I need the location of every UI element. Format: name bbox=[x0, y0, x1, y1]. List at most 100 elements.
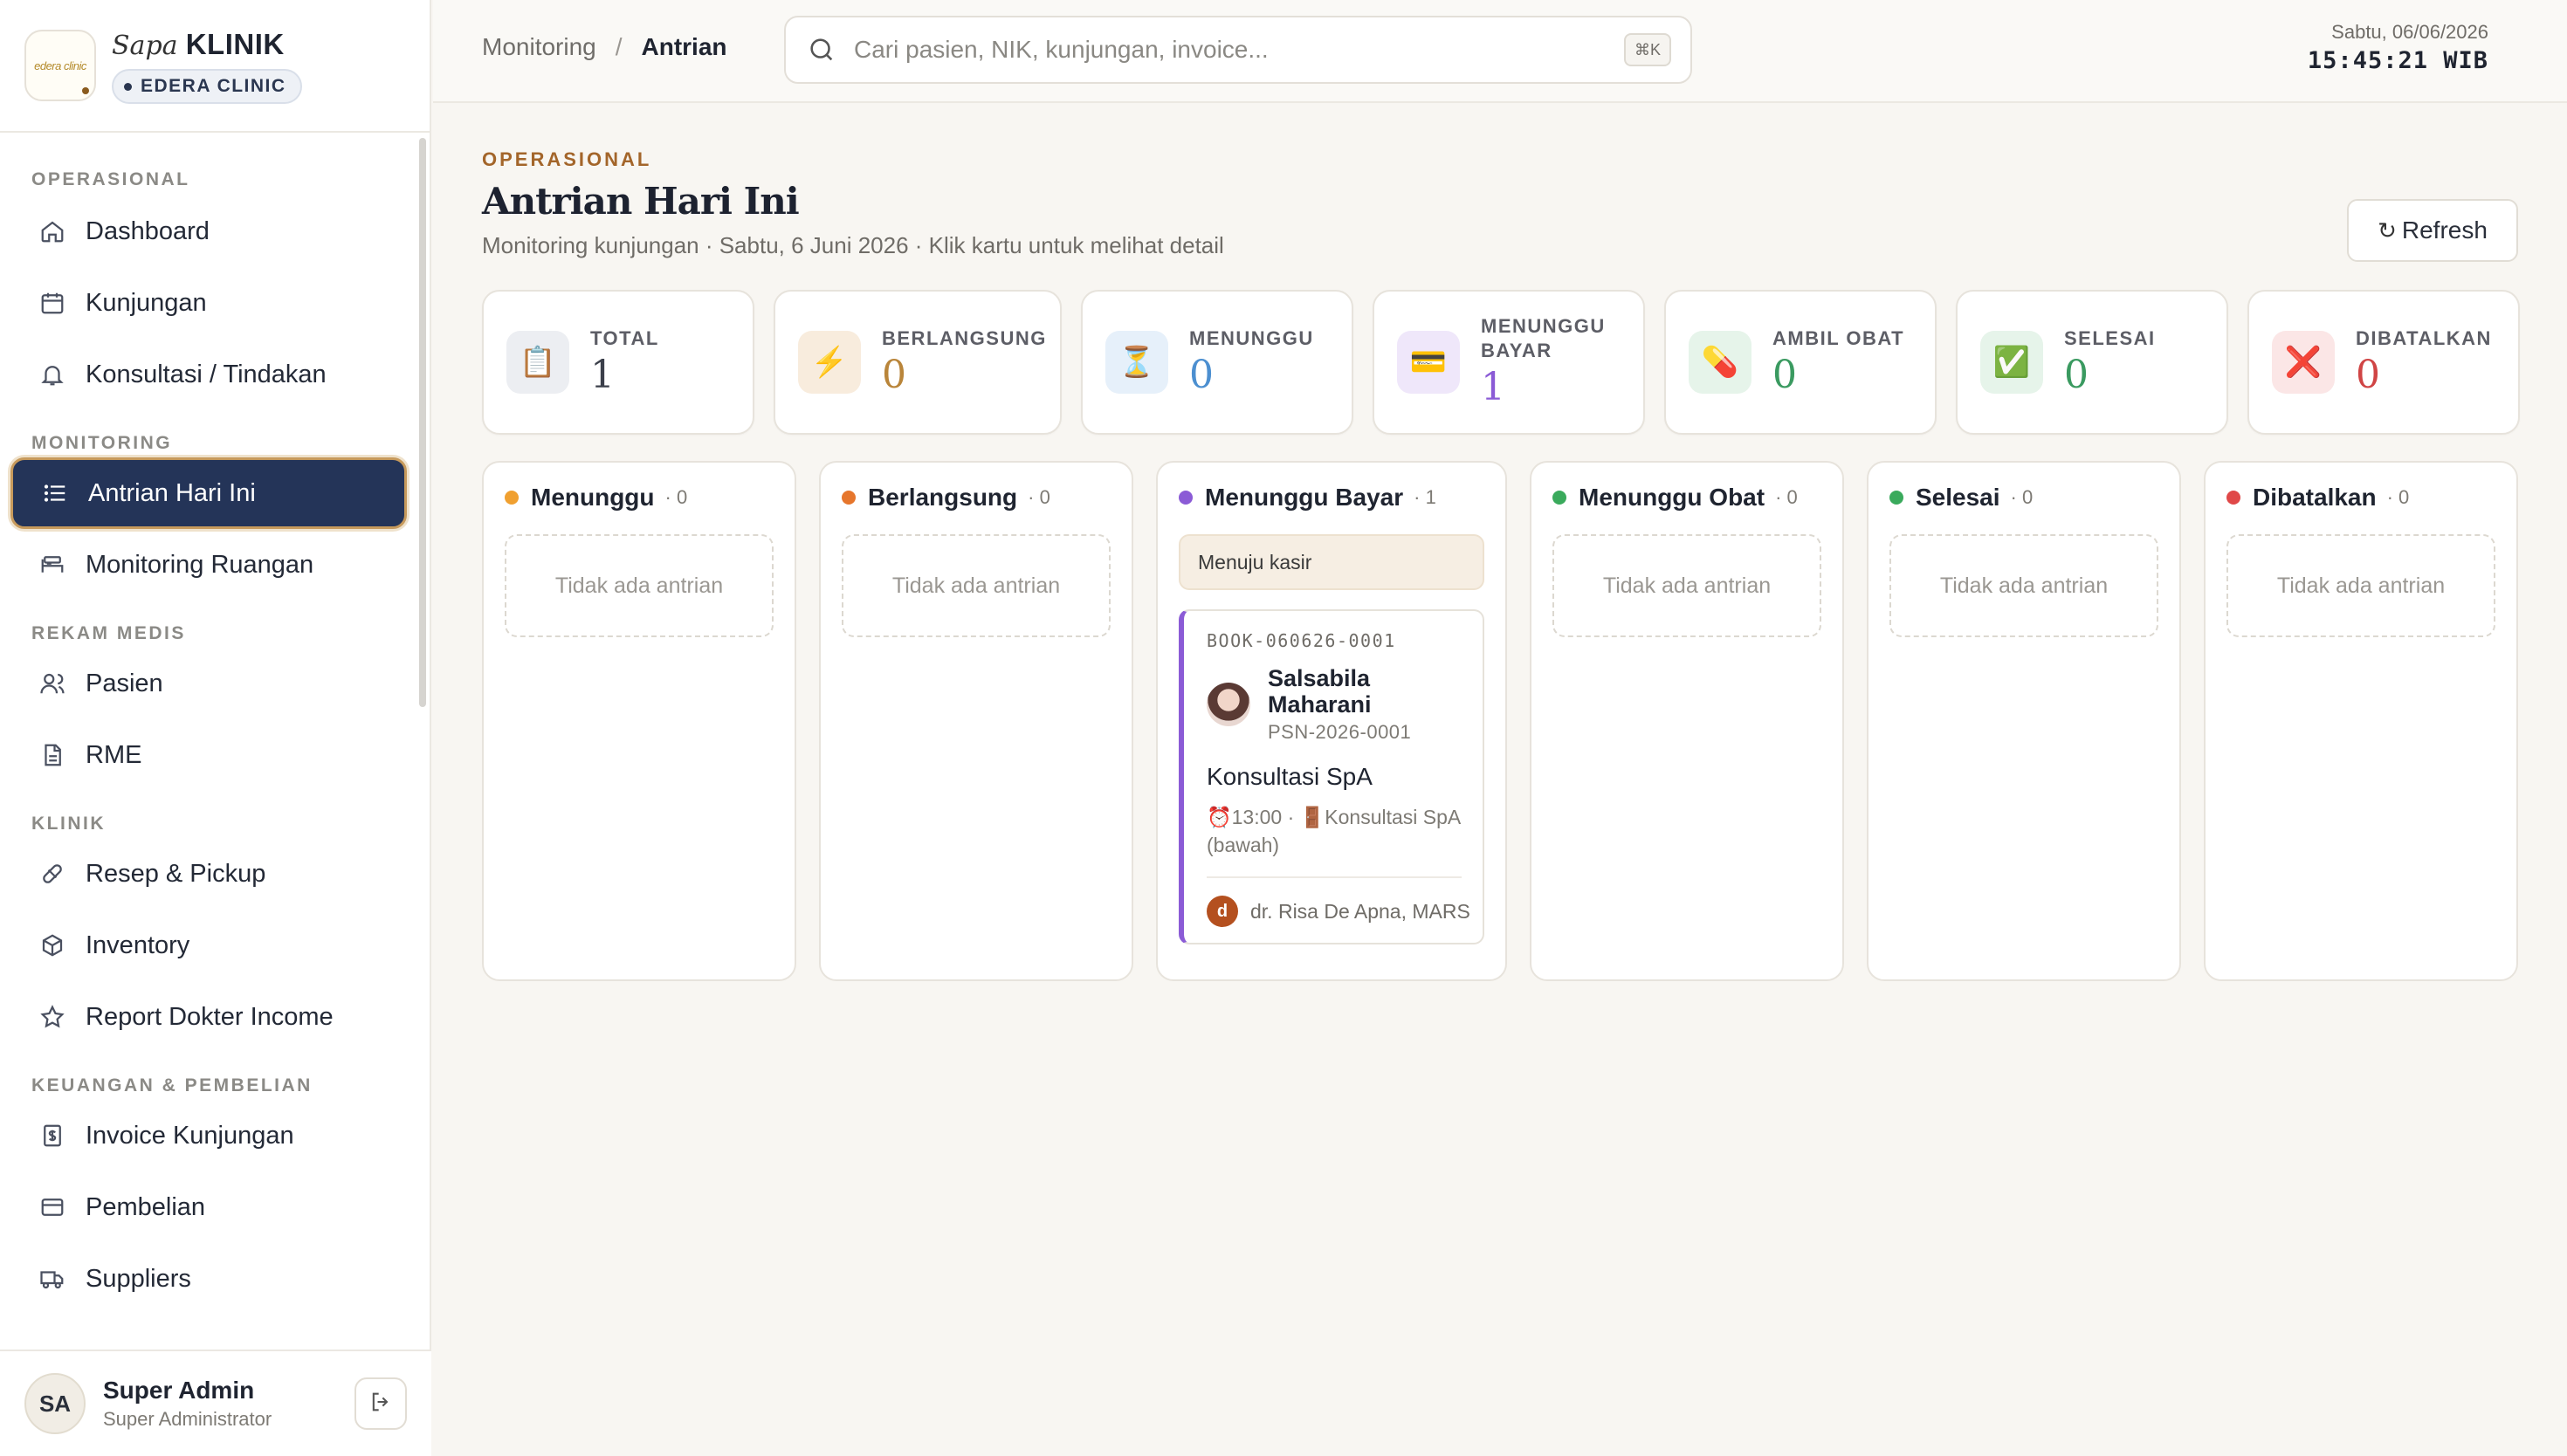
appointment-meta: ⏰13:00 · 🚪Konsultasi SpA (bawah) bbox=[1207, 806, 1461, 856]
group-label: Menuju kasir bbox=[1179, 534, 1484, 590]
status-dot bbox=[842, 491, 856, 505]
star-icon bbox=[38, 1003, 66, 1031]
page-title: Antrian Hari Ini bbox=[482, 180, 800, 223]
check-icon: ✅ bbox=[1980, 331, 2043, 394]
status-dot bbox=[505, 491, 519, 505]
logout-icon bbox=[368, 1390, 393, 1418]
breadcrumb: Monitoring / Antrian bbox=[482, 33, 727, 61]
nav-section-rekam-medis: REKAM MEDIS bbox=[31, 623, 186, 643]
main-content: OPERASIONAL Antrian Hari Ini Monitoring … bbox=[433, 105, 2567, 1456]
sidebar-item-pasien[interactable]: Pasien bbox=[10, 648, 407, 719]
home-icon bbox=[38, 217, 66, 245]
column-title: Menunggu Bayar bbox=[1205, 484, 1404, 511]
sidebar-item-inventory[interactable]: Inventory bbox=[10, 910, 407, 981]
stat-total[interactable]: 📋 TOTAL 1 bbox=[482, 290, 754, 435]
sidebar-item-antrian-hari-ini[interactable]: Antrian Hari Ini bbox=[10, 457, 407, 529]
refresh-button[interactable]: ↻ Refresh bbox=[2347, 199, 2518, 262]
truck-icon bbox=[38, 1265, 66, 1293]
pill-icon: 💊 bbox=[1689, 331, 1751, 394]
booking-code: BOOK-060626-0001 bbox=[1207, 630, 1396, 651]
column-title: Dibatalkan bbox=[2253, 484, 2377, 511]
nav-section-operasional: OPERASIONAL bbox=[31, 169, 190, 189]
sidebar-item-dashboard[interactable]: Dashboard bbox=[10, 196, 407, 267]
user-role: Super Administrator bbox=[103, 1408, 272, 1430]
stat-menunggu-value: 0 bbox=[1189, 353, 1214, 397]
patient-id: PSN-2026-0001 bbox=[1268, 721, 1412, 743]
column-title: Selesai bbox=[1916, 484, 2000, 511]
refresh-icon: ↻ bbox=[2378, 216, 2397, 244]
user-profile: SA Super Admin Super Administrator bbox=[0, 1350, 431, 1456]
stat-berlangsung[interactable]: ⚡ BERLANGSUNG 0 bbox=[774, 290, 1062, 435]
sidebar-item-pembelian[interactable]: Pembelian bbox=[10, 1171, 407, 1243]
empty-state: Tidak ada antrian bbox=[505, 534, 774, 637]
column-title: Berlangsung bbox=[868, 484, 1018, 511]
column-count: · 0 bbox=[1028, 486, 1050, 508]
clinic-badge[interactable]: EDERA CLINIC bbox=[112, 69, 302, 104]
invoice-icon bbox=[38, 1122, 66, 1150]
sidebar-scrollbar[interactable] bbox=[419, 138, 426, 707]
service-name: Konsultasi SpA bbox=[1207, 763, 1373, 790]
stat-ambil-obat-value: 0 bbox=[1772, 353, 1797, 397]
stat-berlangsung-value: 0 bbox=[882, 353, 906, 397]
sidebar-item-konsultasi[interactable]: Konsultasi / Tindakan bbox=[10, 339, 407, 410]
stat-selesai[interactable]: ✅ SELESAI 0 bbox=[1956, 290, 2228, 435]
sidebar-item-resep-pickup[interactable]: Resep & Pickup bbox=[10, 838, 407, 910]
pill-icon bbox=[38, 860, 66, 888]
column-title: Menunggu bbox=[531, 484, 655, 511]
column-menunggu-bayar: Menunggu Bayar · 1 Menuju kasir BOOK-060… bbox=[1156, 461, 1507, 981]
breadcrumb-monitoring[interactable]: Monitoring bbox=[482, 33, 596, 61]
stat-selesai-value: 0 bbox=[2064, 353, 2089, 397]
empty-state: Tidak ada antrian bbox=[842, 534, 1111, 637]
sidebar-item-invoice-kunjungan[interactable]: Invoice Kunjungan bbox=[10, 1100, 407, 1171]
patient-name: Salsabila Maharani bbox=[1268, 665, 1372, 718]
search-input[interactable]: Cari pasien, NIK, kunjungan, invoice... … bbox=[784, 16, 1692, 84]
clock: Sabtu, 06/06/2026 15:45:21 WIB bbox=[2308, 21, 2488, 74]
users-icon bbox=[38, 670, 66, 697]
app-name: Sapa KLINIK bbox=[112, 28, 285, 61]
calendar-icon bbox=[38, 289, 66, 317]
stat-menunggu[interactable]: ⏳ MENUNGGU 0 bbox=[1081, 290, 1353, 435]
sidebar-item-kunjungan[interactable]: Kunjungan bbox=[10, 267, 407, 339]
clipboard-icon: 📋 bbox=[506, 331, 569, 394]
queue-board: Menunggu · 0 Tidak ada antrian Berlangsu… bbox=[482, 461, 2518, 981]
sidebar-item-rme[interactable]: RME bbox=[10, 719, 407, 791]
column-title: Menunggu Obat bbox=[1579, 484, 1765, 511]
current-date: Sabtu, 06/06/2026 bbox=[2331, 21, 2488, 43]
empty-state: Tidak ada antrian bbox=[1889, 534, 2158, 637]
doctor-avatar: d bbox=[1207, 896, 1238, 927]
current-time: 15:45:21 WIB bbox=[2307, 47, 2488, 74]
page-eyebrow: OPERASIONAL bbox=[482, 148, 652, 170]
hourglass-icon: ⏳ bbox=[1105, 331, 1168, 394]
sidebar-nav: OPERASIONAL Dashboard Kunjungan Konsulta… bbox=[0, 134, 417, 1348]
logout-button[interactable] bbox=[354, 1377, 407, 1430]
empty-state: Tidak ada antrian bbox=[1552, 534, 1821, 637]
search-icon bbox=[807, 35, 836, 65]
stat-dibatalkan-value: 0 bbox=[2356, 353, 2380, 397]
stat-menunggu-bayar[interactable]: 💳 MENUNGGU BAYAR 1 bbox=[1373, 290, 1645, 435]
patient-avatar bbox=[1207, 683, 1250, 726]
document-icon bbox=[38, 741, 66, 769]
clinic-logo[interactable]: edera clinic bbox=[24, 30, 96, 101]
queue-card[interactable]: BOOK-060626-0001 Salsabila Maharani PSN-… bbox=[1179, 609, 1484, 944]
bell-icon bbox=[38, 361, 66, 388]
sidebar-item-suppliers[interactable]: Suppliers bbox=[10, 1243, 407, 1315]
brand-header: edera clinic Sapa KLINIK EDERA CLINIC bbox=[0, 0, 430, 133]
avatar[interactable]: SA bbox=[24, 1373, 86, 1434]
column-count: · 0 bbox=[2386, 486, 2410, 508]
list-icon bbox=[41, 479, 69, 507]
sidebar-item-report-dokter-income[interactable]: Report Dokter Income bbox=[10, 981, 407, 1053]
stat-ambil-obat[interactable]: 💊 AMBIL OBAT 0 bbox=[1664, 290, 1937, 435]
logo-dot bbox=[82, 87, 89, 94]
stat-dibatalkan[interactable]: ❌ DIBATALKAN 0 bbox=[2247, 290, 2520, 435]
box-icon bbox=[38, 931, 66, 959]
nav-section-klinik: KLINIK bbox=[31, 814, 106, 834]
stat-total-value: 1 bbox=[590, 353, 615, 397]
search-placeholder: Cari pasien, NIK, kunjungan, invoice... bbox=[854, 36, 1269, 63]
column-count: · 1 bbox=[1414, 486, 1436, 508]
search-shortcut: ⌘K bbox=[1623, 33, 1671, 66]
column-count: · 0 bbox=[664, 486, 688, 508]
stat-menunggu-bayar-value: 1 bbox=[1481, 365, 1505, 409]
sidebar-item-monitoring-ruangan[interactable]: Monitoring Ruangan bbox=[10, 529, 407, 601]
appointment-time: ⏰13:00 bbox=[1207, 806, 1283, 828]
nav-section-keuangan: KEUANGAN & PEMBELIAN bbox=[31, 1075, 313, 1095]
